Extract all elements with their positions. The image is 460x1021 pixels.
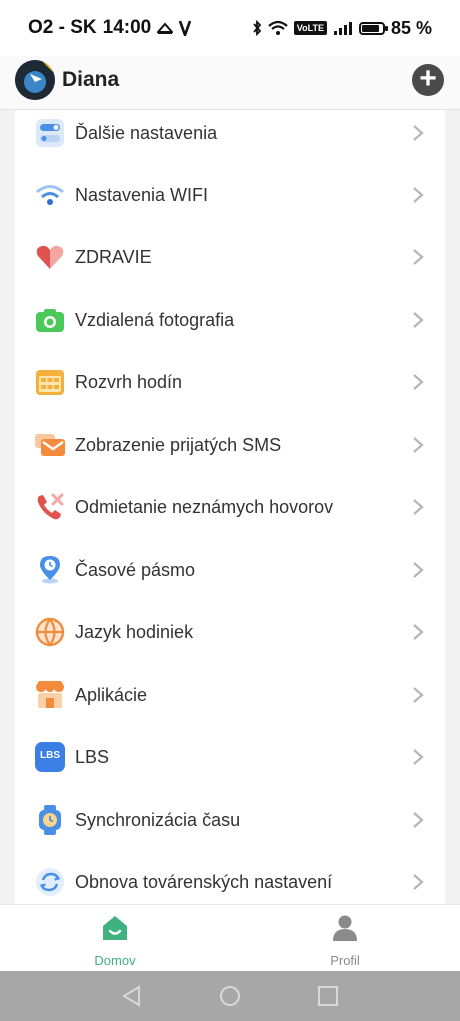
heart-icon	[34, 241, 66, 273]
settings-item-label: LBS	[75, 746, 110, 767]
home-icon	[103, 916, 127, 940]
chevron-right-icon	[413, 374, 424, 390]
chevron-right-icon	[413, 249, 424, 265]
settings-item-label: Aplikácie	[75, 684, 148, 705]
settings-item-label: Rozvrh hodín	[75, 371, 183, 392]
tab-profile-label: Profil	[330, 953, 360, 968]
battery-icon	[358, 21, 388, 35]
chevron-right-icon	[413, 312, 424, 328]
settings-item-label: Zobrazenie prijatých SMS	[75, 434, 282, 455]
settings-item-remote-photo[interactable]: Vzdialená fotografia	[15, 289, 445, 351]
chevron-right-icon	[413, 125, 424, 141]
settings-item-watch-language[interactable]: Jazyk hodiniek	[15, 601, 445, 663]
tab-home-label: Domov	[94, 953, 136, 968]
settings-item-label: Ďalšie nastavenia	[75, 122, 218, 143]
v-app-icon	[179, 20, 192, 36]
settings-item-label: ZDRAVIE	[75, 246, 152, 267]
settings-item-lbs[interactable]: LBS LBS	[15, 726, 445, 788]
lbs-icon: LBS	[34, 741, 66, 773]
profile-icon	[333, 915, 357, 941]
settings-item-label: Nastavenia WIFI	[75, 184, 209, 205]
settings-item-health[interactable]: ZDRAVIE	[15, 226, 445, 288]
location-clock-icon	[34, 554, 66, 586]
bluetooth-icon	[252, 20, 262, 36]
chevron-right-icon	[413, 874, 424, 890]
watch-face-icon	[15, 60, 55, 100]
volte-badge: VoLTE	[293, 21, 327, 35]
settings-item-sms[interactable]: Zobrazenie prijatých SMS	[15, 414, 445, 476]
tab-home[interactable]: Domov	[65, 913, 165, 968]
chevron-right-icon	[413, 499, 424, 515]
add-device-button[interactable]: +	[412, 64, 444, 96]
sms-icon	[34, 429, 66, 461]
chevron-right-icon	[413, 187, 424, 203]
toggle-settings-icon	[34, 117, 66, 149]
settings-item-schedule[interactable]: Rozvrh hodín	[15, 351, 445, 413]
settings-item-reject-calls[interactable]: Odmietanie neznámych hovorov	[15, 476, 445, 538]
recents-icon[interactable]	[317, 985, 339, 1007]
device-name: Diana	[62, 68, 120, 91]
camera-icon	[34, 304, 66, 336]
chevron-right-icon	[413, 437, 424, 453]
home-button-icon[interactable]	[219, 985, 241, 1007]
refresh-icon	[34, 866, 66, 898]
settings-item-label: Synchronizácia času	[75, 809, 241, 830]
chevron-right-icon	[413, 687, 424, 703]
settings-item-factory-reset[interactable]: Obnova továrenských nastavení	[15, 851, 445, 904]
watch-icon	[34, 804, 66, 836]
settings-item-label: Obnova továrenských nastavení	[75, 871, 333, 892]
settings-item-label: Vzdialená fotografia	[75, 309, 235, 330]
settings-item-apps[interactable]: Aplikácie	[15, 664, 445, 726]
chevron-right-icon	[413, 812, 424, 828]
lbs-badge-text: LBS	[40, 750, 60, 761]
status-left: O2 - SK 14:00	[28, 17, 192, 39]
data-saver-icon	[157, 21, 174, 35]
settings-list: Ďalšie nastavenia Nastavenia WIFI ZDRAVI…	[15, 110, 445, 904]
system-nav-bar	[0, 971, 460, 1021]
bottom-nav: Domov Profil	[0, 904, 460, 971]
back-icon[interactable]	[121, 985, 143, 1007]
tab-profile[interactable]: Profil	[295, 913, 395, 968]
chevron-right-icon	[413, 749, 424, 765]
status-right: VoLTE 85 %	[252, 18, 432, 39]
settings-item-label: Časové pásmo	[75, 559, 196, 580]
settings-item-label: Odmietanie neznámych hovorov	[75, 496, 334, 517]
battery-fill	[361, 24, 379, 32]
app-header: Diana +	[0, 56, 460, 110]
globe-icon	[34, 616, 66, 648]
settings-item-time-zone[interactable]: Časové pásmo	[15, 539, 445, 601]
settings-item-more-settings[interactable]: Ďalšie nastavenia	[15, 110, 445, 164]
signal-icon	[333, 21, 353, 35]
chevron-right-icon	[413, 624, 424, 640]
settings-item-time-sync[interactable]: Synchronizácia času	[15, 789, 445, 851]
settings-item-label: Jazyk hodiniek	[75, 621, 194, 642]
store-icon	[34, 679, 66, 711]
clock: 14:00	[102, 17, 152, 38]
reject-call-icon	[34, 491, 66, 523]
chevron-right-icon	[413, 562, 424, 578]
wifi-icon	[34, 179, 66, 211]
wifi-status-icon	[268, 20, 288, 36]
settings-item-wifi[interactable]: Nastavenia WIFI	[15, 164, 445, 226]
battery-percent: 85 %	[390, 17, 432, 38]
carrier-name: O2 - SK	[28, 17, 97, 38]
status-bar: O2 - SK 14:00 VoLTE 85 %	[0, 0, 460, 56]
schedule-icon	[34, 366, 66, 398]
device-avatar[interactable]	[15, 60, 55, 100]
